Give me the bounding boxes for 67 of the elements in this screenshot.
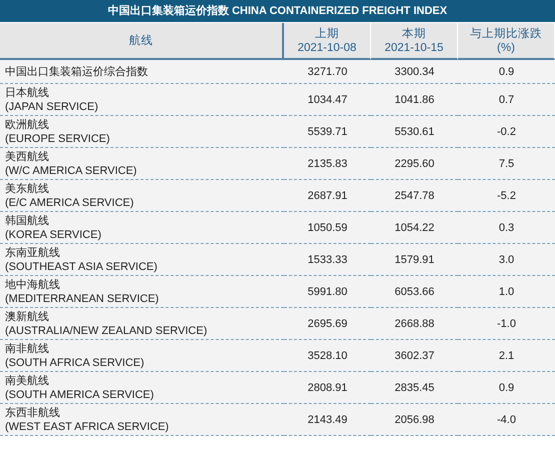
column-subheader: (%) <box>496 40 516 54</box>
route-name: 美东航线 <box>5 182 49 196</box>
route-name: 中国出口集装箱运价综合指数 <box>5 64 148 78</box>
column-header: 与上期比涨跌 <box>469 26 543 40</box>
column-subheader: 2021-10-15 <box>384 40 444 54</box>
change-value: 0.3 <box>498 220 516 234</box>
route-english-name: (SOUTH AFRICA SERVICE) <box>5 356 144 370</box>
route-name: 澳新航线 <box>5 310 49 324</box>
column-header: 航线 <box>128 34 154 48</box>
index-value: 1054.22 <box>394 220 436 234</box>
column-subheader: 2021-10-08 <box>296 40 358 54</box>
route-name: 东南亚航线 <box>5 246 60 260</box>
index-value: 3271.70 <box>306 64 348 78</box>
index-value: 2056.98 <box>394 412 436 426</box>
index-value: 3528.10 <box>306 348 348 362</box>
index-value: 6053.66 <box>394 284 436 298</box>
route-english-name: (KOREA SERVICE) <box>5 228 102 242</box>
route-name: 南美航线 <box>5 374 49 388</box>
change-value: -4.0 <box>496 412 517 426</box>
table-title: 中国出口集装箱运价指数 CHINA CONTAINERIZED FREIGHT INDEX <box>0 0 555 23</box>
route-english-name: (MEDITERRANEAN SERVICE) <box>5 292 159 306</box>
route-english-name: (E/C AMERICA SERVICE) <box>5 196 134 210</box>
route-name: 韩国航线 <box>5 214 49 228</box>
index-value: 2835.45 <box>394 380 436 394</box>
index-value: 5991.80 <box>306 284 348 298</box>
index-value: 2295.60 <box>394 156 436 170</box>
change-value: 0.9 <box>498 64 516 78</box>
index-value: 1041.86 <box>394 92 436 106</box>
route-name: 美西航线 <box>5 150 49 164</box>
index-value: 5539.71 <box>306 124 348 138</box>
route-english-name: (EUROPE SERVICE) <box>5 132 110 146</box>
index-value: 2687.91 <box>306 188 348 202</box>
route-name: 欧洲航线 <box>5 118 49 132</box>
index-value: 2668.88 <box>394 316 436 330</box>
column-header: 上期 <box>314 26 340 40</box>
index-value: 5530.61 <box>394 124 436 138</box>
index-value: 1533.33 <box>306 252 348 266</box>
index-value: 1050.59 <box>306 220 348 234</box>
route-english-name: (JAPAN SERVICE) <box>5 100 98 114</box>
index-value: 2695.69 <box>306 316 348 330</box>
route-name: 东西非航线 <box>5 406 60 420</box>
route-english-name: (WEST EAST AFRICA SERVICE) <box>5 420 169 434</box>
index-value: 2808.91 <box>306 380 348 394</box>
index-value: 1034.47 <box>306 92 348 106</box>
change-value: -5.2 <box>496 188 517 202</box>
index-value: 3602.37 <box>394 348 436 362</box>
change-value: -0.2 <box>496 124 517 138</box>
index-value: 2547.78 <box>394 188 436 202</box>
index-value: 2135.83 <box>306 156 348 170</box>
change-value: 7.5 <box>498 156 516 170</box>
route-name: 日本航线 <box>5 86 49 100</box>
route-english-name: (SOUTH AMERICA SERVICE) <box>5 388 154 402</box>
route-english-name: (SOUTHEAST ASIA SERVICE) <box>5 260 158 274</box>
route-english-name: (W/C AMERICA SERVICE) <box>5 164 137 178</box>
index-value: 1579.91 <box>394 252 436 266</box>
column-header: 本期 <box>401 26 427 40</box>
change-value: 3.0 <box>498 252 516 266</box>
change-value: 1.0 <box>498 284 516 298</box>
route-name: 南非航线 <box>5 342 49 356</box>
route-english-name: (AUSTRALIA/NEW ZEALAND SERVICE) <box>5 324 208 338</box>
index-value: 2143.49 <box>306 412 348 426</box>
change-value: 2.1 <box>498 348 516 362</box>
change-value: 0.7 <box>498 92 516 106</box>
change-value: 0.9 <box>498 380 516 394</box>
route-name: 地中海航线 <box>5 278 60 292</box>
change-value: -1.0 <box>496 316 517 330</box>
index-value: 3300.34 <box>394 64 436 78</box>
